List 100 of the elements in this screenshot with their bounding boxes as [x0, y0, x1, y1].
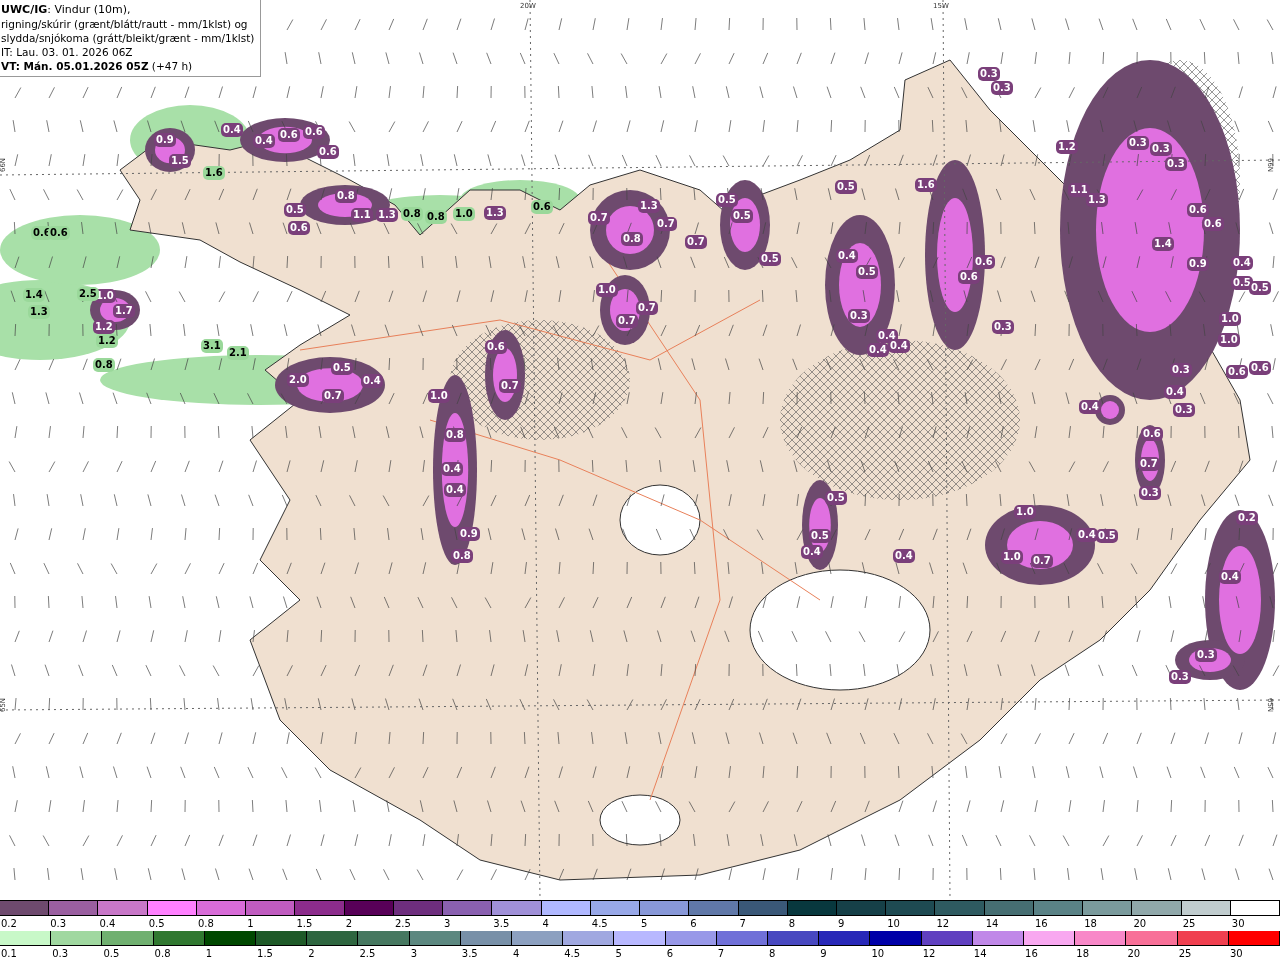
- precipitation-value: 1.0: [1219, 312, 1241, 326]
- precipitation-value: 0.3: [848, 309, 870, 323]
- scale-label: 6: [665, 947, 674, 960]
- precipitation-value: 0.3: [1170, 363, 1192, 377]
- precipitation-value: 0.6: [958, 270, 980, 284]
- scale-label: 20: [1132, 917, 1148, 931]
- precipitation-value: 0.3: [1165, 157, 1187, 171]
- precipitation-value: 1.4: [23, 288, 45, 302]
- scale-label: 12: [921, 947, 937, 960]
- precipitation-value: 0.8: [425, 210, 447, 224]
- precipitation-value: 3.1: [201, 339, 223, 353]
- precipitation-value: 1.0: [428, 389, 450, 403]
- precipitation-value: 0.7: [685, 235, 707, 249]
- scale-label: 3.5: [492, 917, 511, 931]
- precipitation-value: 0.3: [1173, 403, 1195, 417]
- scale-label: 9: [837, 917, 846, 931]
- precipitation-value: 0.3: [1139, 486, 1161, 500]
- precipitation-value: 0.4: [361, 374, 383, 388]
- precipitation-value: 0.7: [499, 379, 521, 393]
- precipitation-value: 1.0: [453, 207, 475, 221]
- scale-label: 30: [1230, 917, 1246, 931]
- precipitation-value: 1.0: [1014, 505, 1036, 519]
- precipitation-value: 2.0: [287, 373, 309, 387]
- info-line: rigning/skúrir (grænt/blátt/rautt - mm/1klst) og: [1, 17, 249, 31]
- precipitation-value: 0.4: [888, 339, 910, 353]
- scale-label: 8: [768, 947, 777, 960]
- scale-label: 2.5: [393, 917, 412, 931]
- precipitation-value: 0.7: [655, 217, 677, 231]
- scale-label: 16: [1024, 947, 1039, 960]
- precipitation-value: 0.7: [616, 314, 638, 328]
- precipitation-value: 0.5: [759, 252, 781, 266]
- scale-label: 7: [738, 917, 747, 931]
- precipitation-value: 0.5: [331, 361, 353, 375]
- info-line: slydda/snjókoma (grátt/bleikt/grænt - mm/1klst): [1, 31, 255, 45]
- precipitation-value: 0.4: [1219, 570, 1241, 584]
- precipitation-value: 0.9: [154, 133, 176, 147]
- scale-label: 1: [246, 917, 255, 931]
- precipitation-value: 0.3: [1127, 136, 1149, 150]
- scale-label: 4: [541, 917, 550, 931]
- precipitation-value: 0.4: [253, 134, 275, 148]
- scale-label: 7: [716, 947, 726, 960]
- precipitation-value: 0.5: [284, 203, 306, 217]
- scale-label: 12: [935, 917, 951, 931]
- precipitation-value: 1.7: [113, 304, 135, 318]
- precipitation-value: 0.6: [1202, 217, 1224, 231]
- precipitation-value: 0.4: [867, 343, 889, 357]
- scale-label: 10: [870, 947, 886, 960]
- scale-label: 14: [984, 917, 1000, 931]
- precipitation-value: 1.3: [1086, 193, 1108, 207]
- precipitation-value: 1.0: [1001, 550, 1023, 564]
- precipitation-value: 0.7: [1138, 457, 1160, 471]
- scale-label: 18: [1075, 947, 1090, 960]
- precipitation-value: 1.6: [915, 178, 937, 192]
- precipitation-value: 0.6: [485, 340, 507, 354]
- precipitation-value: 0.4: [801, 545, 823, 559]
- scale-label: 1.5: [256, 947, 274, 960]
- precipitation-value: 1.6: [203, 166, 225, 180]
- scale-label: 8: [787, 917, 797, 931]
- precipitation-value: 0.6: [48, 226, 70, 240]
- precipitation-value: 0.5: [1249, 281, 1271, 295]
- precipitation-value: 0.5: [716, 193, 738, 207]
- info-line: VT: Mán. 05.01.2026 05Z (+47 h): [1, 59, 194, 73]
- precipitation-value: 0.2: [1236, 511, 1258, 525]
- scale-label: 0.8: [153, 947, 172, 960]
- precipitation-value: 0.5: [825, 491, 847, 505]
- precipitation-value: 0.6: [973, 255, 995, 269]
- scale-label: 30: [1228, 947, 1244, 960]
- precipitation-value: 1.3: [376, 208, 398, 222]
- scale-label: 0.3: [51, 947, 70, 960]
- precipitation-value: 0.6: [278, 128, 300, 142]
- scale-label: 9: [819, 947, 828, 960]
- precipitation-value: 0.5: [731, 209, 753, 223]
- scale-label: 2: [307, 947, 316, 960]
- scale-label: 16: [1033, 917, 1049, 931]
- precipitation-value: 0.7: [322, 389, 344, 403]
- scale-label: 14: [972, 947, 988, 960]
- scale-label: 3: [409, 947, 418, 960]
- precipitation-value: 0.7: [1031, 554, 1053, 568]
- precipitation-value: 0.8: [401, 207, 423, 221]
- precipitation-value: 1.1: [1068, 183, 1090, 197]
- precipitation-value: 0.6: [303, 125, 325, 139]
- scale-label: 2: [344, 917, 353, 931]
- precipitation-value: 0.7: [588, 211, 610, 225]
- precipitation-value: 0.5: [835, 180, 857, 194]
- scale-label: 1: [204, 947, 214, 960]
- precipitation-value: 0.3: [1195, 648, 1217, 662]
- precipitation-value: 0.3: [1150, 142, 1172, 156]
- precipitation-value: 1.0: [596, 283, 618, 297]
- precipitation-value: 0.6: [317, 145, 339, 159]
- precipitation-value: 1.0: [1218, 333, 1240, 347]
- precipitation-value: 1.5: [169, 154, 191, 168]
- scale-label: 0.5: [102, 947, 121, 960]
- precipitation-value: 0.3: [978, 67, 1000, 81]
- precipitation-value: 0.4: [444, 483, 466, 497]
- precipitation-value: 0.3: [991, 81, 1013, 95]
- precipitation-value: 0.6: [1187, 203, 1209, 217]
- precipitation-value: 0.4: [1231, 256, 1253, 270]
- precipitation-value: 0.4: [1164, 385, 1186, 399]
- precipitation-value: 0.4: [836, 249, 858, 263]
- scale-label: 5: [614, 947, 623, 960]
